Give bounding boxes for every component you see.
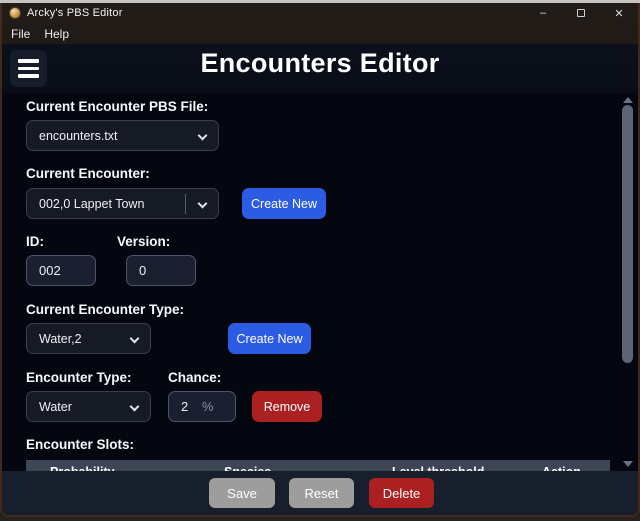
chevron-down-icon	[130, 402, 140, 412]
action-bar: Save Reset Delete	[2, 471, 638, 515]
window-title: Arcky's PBS Editor	[27, 7, 123, 19]
delete-button[interactable]: Delete	[369, 478, 434, 508]
title-bar[interactable]: Arcky's PBS Editor – ✕	[2, 3, 638, 23]
reset-button[interactable]: Reset	[289, 478, 354, 508]
app-icon	[9, 7, 21, 19]
version-label: Version:	[117, 234, 170, 249]
id-label: ID:	[26, 234, 44, 249]
encounter-type-value: Water,2	[39, 332, 82, 346]
slot-type-label: Encounter Type:	[26, 370, 132, 385]
editor-form: Current Encounter PBS File: encounters.t…	[2, 93, 638, 517]
chance-label: Chance:	[168, 370, 221, 385]
chance-percent-suffix: %	[202, 399, 214, 414]
close-button[interactable]: ✕	[600, 3, 638, 23]
remove-encounter-type-button[interactable]: Remove	[252, 391, 322, 422]
save-button[interactable]: Save	[209, 478, 275, 508]
encounter-type-group-label: Current Encounter Type:	[26, 302, 184, 317]
current-encounter-value: 002,0 Lappet Town	[39, 197, 144, 211]
menu-file[interactable]: File	[11, 27, 30, 41]
pbs-file-selected-value: encounters.txt	[39, 129, 118, 143]
maximize-button[interactable]	[562, 3, 600, 23]
chevron-down-icon	[198, 199, 208, 209]
combobox-divider	[185, 194, 186, 214]
chevron-down-icon	[130, 334, 140, 344]
create-encounter-button[interactable]: Create New	[242, 188, 326, 219]
app-window: Arcky's PBS Editor – ✕ File Help	[0, 3, 640, 517]
pbs-file-select[interactable]: encounters.txt	[26, 120, 219, 151]
slot-type-select[interactable]: Water	[26, 391, 151, 422]
window-controls: – ✕	[524, 3, 638, 23]
chevron-down-icon	[198, 131, 208, 141]
maximize-icon	[577, 9, 585, 17]
version-input[interactable]	[126, 255, 196, 286]
scroll-down-icon[interactable]	[623, 461, 633, 467]
current-encounter-label: Current Encounter:	[26, 166, 150, 181]
vertical-scrollbar[interactable]	[620, 95, 635, 473]
close-icon: ✕	[614, 7, 623, 20]
page-header: Encounters Editor	[2, 44, 638, 93]
id-input[interactable]	[26, 255, 96, 286]
page-title: Encounters Editor	[2, 48, 638, 79]
current-encounter-combobox[interactable]: 002,0 Lappet Town	[26, 188, 219, 219]
encounter-slots-label: Encounter Slots:	[26, 437, 134, 452]
menu-help[interactable]: Help	[44, 27, 69, 41]
encounter-type-select[interactable]: Water,2	[26, 323, 151, 354]
create-encounter-type-button[interactable]: Create New	[228, 323, 311, 354]
minimize-button[interactable]: –	[524, 3, 562, 23]
pbs-file-label: Current Encounter PBS File:	[26, 99, 208, 114]
screen: Arcky's PBS Editor – ✕ File Help	[0, 0, 640, 521]
scroll-up-icon[interactable]	[623, 97, 633, 103]
slot-type-value: Water	[39, 400, 72, 414]
minimize-icon: –	[540, 7, 546, 19]
scrollbar-thumb[interactable]	[622, 105, 633, 363]
menu-bar: File Help	[2, 23, 638, 45]
